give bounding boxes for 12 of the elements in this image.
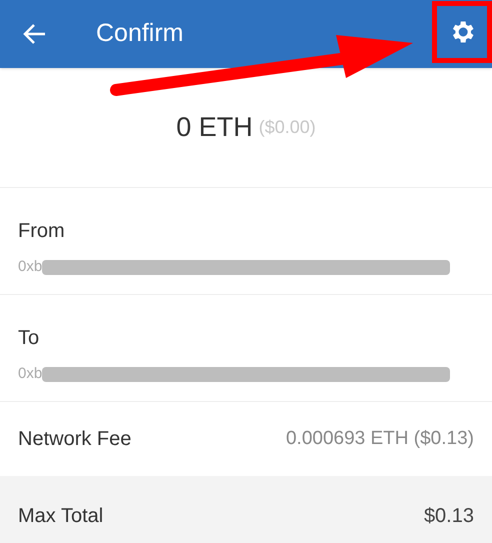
account-address: 0xb bbox=[18, 364, 42, 384]
account-label: To bbox=[18, 326, 40, 351]
settings-button[interactable] bbox=[432, 1, 492, 63]
amount-value: 0 ETH bbox=[176, 111, 253, 144]
total-label: Max Total bbox=[18, 504, 104, 529]
account-address: 0xb bbox=[18, 257, 42, 277]
account-label: From bbox=[18, 219, 66, 244]
back-arrow-icon bbox=[23, 23, 47, 45]
fee-value: 0.000693 ETH ($0.13) bbox=[286, 426, 474, 451]
screen-title: Confirm bbox=[96, 18, 184, 50]
fee-label: Network Fee bbox=[18, 427, 132, 452]
total-value: $0.13 bbox=[424, 504, 474, 529]
